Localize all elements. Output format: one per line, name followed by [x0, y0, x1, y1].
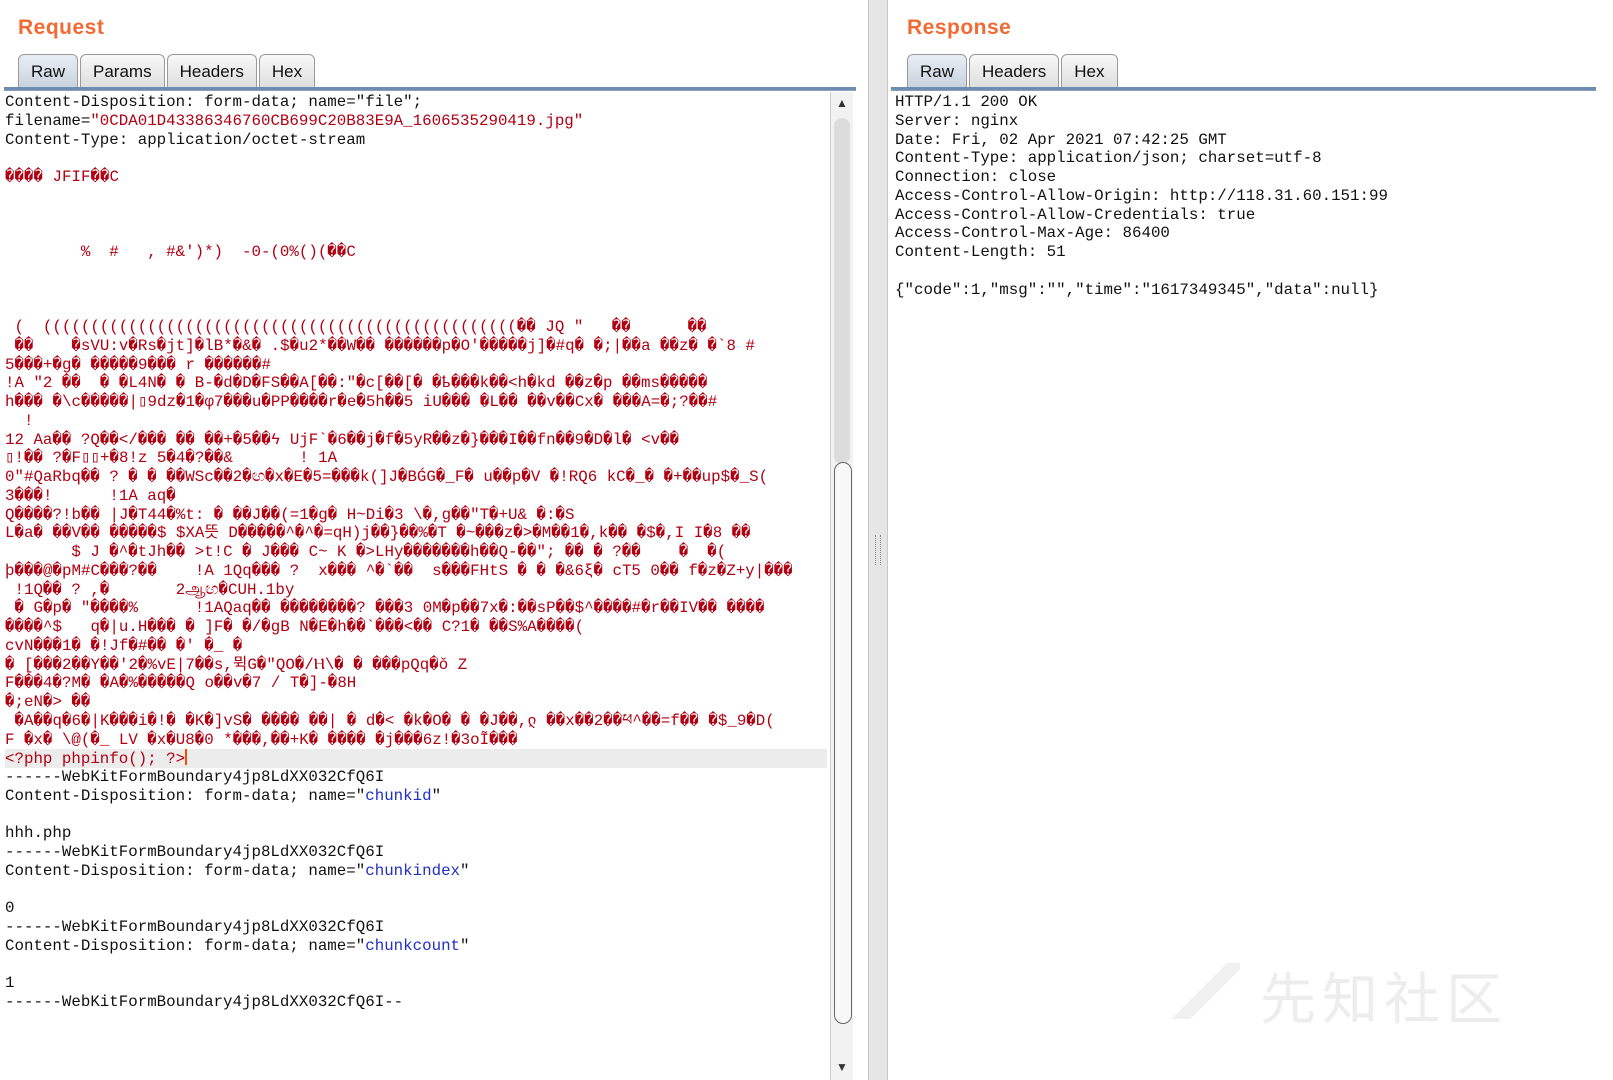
- response-raw-viewer[interactable]: HTTP/1.1 200 OK Server: nginx Date: Fri, 0…: [895, 93, 1595, 1073]
- request-line: L�a� ��V�� �����$ $XA뜻 D�����^�^�=qH)j��…: [5, 524, 751, 543]
- request-line: hhh.php: [5, 824, 72, 843]
- request-tab-headers[interactable]: Headers: [166, 54, 257, 88]
- response-tab-raw[interactable]: Raw: [907, 54, 968, 88]
- request-scroll-thumb[interactable]: [834, 462, 852, 1024]
- response-tab-headers[interactable]: Headers: [969, 54, 1060, 88]
- request-line: 5���+�g� �����9��� r ������#: [5, 355, 272, 374]
- text-caret: [185, 749, 188, 766]
- response-line: [895, 262, 1595, 281]
- request-line: [5, 299, 827, 318]
- request-line: ▯!�� ?�F▯▯+�8!z 5�4�?��& ! 1A: [5, 449, 338, 468]
- request-line: � G�p� "����% !1AQaq�� ��������? ���3 0M…: [5, 599, 765, 618]
- request-line: !A "2 �� � �L4N� � B-�d�D�FS��A[��:"�c[�…: [5, 374, 708, 393]
- request-line: F���4�?M� �A�%�����Q o��v�7 / T�]-�8H: [5, 674, 357, 693]
- request-line: 3���! !1A aq�: [5, 486, 176, 505]
- request-line: � [���2��Y��'2�%vE|7��s,뮉G�"QO�/Ⲏ\� � ��…: [5, 655, 468, 674]
- watermark-text: 先知社区: [1260, 968, 1508, 1033]
- request-line: ------WebKitFormBoundary4jp8LdXX032CfQ6I: [5, 843, 385, 861]
- request-line: Content-Disposition: form-data; name="ch…: [5, 786, 442, 805]
- request-line: [5, 881, 827, 900]
- request-line: Content-Disposition: form-data; name="ch…: [5, 936, 470, 955]
- request-line: <?php phpinfo(); ?>: [5, 749, 827, 768]
- request-scroll-track: [834, 118, 850, 464]
- request-line: Content-Type: application/octet-stream: [5, 130, 366, 149]
- request-line: F �x� \@(�_ LV �x�U8�0 *���,��+K� ���� �…: [5, 730, 518, 749]
- response-tab-rule: [891, 87, 1596, 91]
- request-line: [5, 262, 827, 281]
- pane-splitter[interactable]: [868, 0, 888, 1080]
- response-line: Content-Type: application/json; charset=…: [895, 149, 1322, 168]
- request-line: �;eN�> ��: [5, 693, 91, 711]
- request-tab-hex[interactable]: Hex: [258, 54, 316, 88]
- request-line: ( ((((((((((((((((((((((((((((((((((((((…: [5, 318, 707, 336]
- scroll-up-arrow-icon[interactable]: ▲: [836, 96, 848, 110]
- request-line: [5, 281, 827, 300]
- request-line: һ��� �\c�����|▯9dz�1�φ7���u�PP����r�e�5һ…: [5, 393, 718, 411]
- response-line: HTTP/1.1 200 OK: [895, 93, 1038, 111]
- response-line: Access-Control-Allow-Origin: http://118.…: [895, 186, 1388, 205]
- response-pane: Response Raw Headers Hex HTTP/1.1 200 OK…: [888, 0, 1613, 1080]
- response-title: Response: [907, 16, 1012, 39]
- splitter-grip-icon[interactable]: [875, 535, 881, 565]
- response-line: Server: nginx: [895, 111, 1019, 130]
- response-line: Access-Control-Max-Age: 86400: [895, 224, 1170, 243]
- request-line: [5, 206, 827, 225]
- request-line: Content-Disposition: form-data; name="ch…: [5, 861, 470, 880]
- request-line: !1Q�� ? ,� 2ஆඟ�CUH.1by: [5, 580, 295, 599]
- request-line: 1: [5, 974, 15, 993]
- request-title: Request: [18, 16, 105, 39]
- response-tab-hex[interactable]: Hex: [1061, 54, 1118, 88]
- request-line: [5, 187, 827, 206]
- request-tab-params[interactable]: Params: [80, 54, 165, 88]
- request-line: % # , #&')*) -0-(0%()(��C: [5, 243, 356, 261]
- response-line: Connection: close: [895, 168, 1057, 186]
- request-line: filename="0CDA01D43386346760CB699C20B83E…: [5, 111, 584, 130]
- request-line: $ J �^�tJh�� >t!C � J��� C~ K �>LHy�����…: [5, 543, 727, 561]
- request-line: [5, 149, 827, 168]
- response-line: Content-Length: 51: [895, 243, 1066, 261]
- scroll-down-arrow-icon[interactable]: ▼: [836, 1060, 848, 1074]
- request-raw-editor[interactable]: Content-Disposition: form-data; name="fi…: [5, 93, 827, 1073]
- request-pane: Request Raw Params Headers Hex Content-D…: [0, 0, 868, 1080]
- request-line: �A��q�6�|K���i�!� �K�]vS� ���� ��| � d�<…: [5, 711, 775, 730]
- request-line: �� �sVU:v�Rs�jt]�lB*�&� .$�u2*��W�� ����…: [5, 336, 755, 355]
- request-line: !: [5, 411, 34, 430]
- response-line: Access-Control-Allow-Credentials: true: [895, 205, 1256, 224]
- request-line: 12 Aa�� ?Q��</��� �� ��+�5��ϟ UjF`�6��j�…: [5, 430, 680, 449]
- request-line: 0"#QaRbq�� ? � � ��WSc��2�ඟ�x�E�5=���k(]…: [5, 468, 769, 486]
- request-line: [5, 956, 827, 975]
- watermark: 先知社区: [1170, 955, 1570, 1033]
- request-line: Q����?!b�� |J�T44�%t: � ��J��(=1�g� H~Di…: [5, 505, 575, 524]
- request-line: cvN���1� �!Jf�#�� �' �_ �: [5, 636, 243, 655]
- request-line: ------WebKitFormBoundary4jp8LdXX032CfQ6I: [5, 768, 385, 786]
- request-line: ------WebKitFormBoundary4jp8LdXX032CfQ6I…: [5, 993, 404, 1011]
- request-line: ����^$ q�|u.H��� � ]F� �/�gB N�E�h��`���…: [5, 618, 585, 636]
- request-line: [5, 224, 827, 243]
- response-line: {"code":1,"msg":"","time":"1617349345","…: [895, 280, 1379, 299]
- request-line: [5, 806, 827, 825]
- request-tabs: Raw Params Headers Hex: [18, 54, 317, 88]
- request-line: ------WebKitFormBoundary4jp8LdXX032CfQ6I: [5, 918, 385, 936]
- response-line: Date: Fri, 02 Apr 2021 07:42:25 GMT: [895, 130, 1227, 149]
- request-line: 0: [5, 899, 15, 918]
- request-line: Content-Disposition: form-data; name="fi…: [5, 93, 423, 111]
- watermark-logo-icon: [1170, 963, 1240, 1019]
- request-scrollbar[interactable]: ▲ ▼: [830, 92, 853, 1080]
- response-tabs: Raw Headers Hex: [907, 54, 1120, 88]
- request-tab-rule: [4, 87, 856, 91]
- request-line: ���� JFIF��C: [5, 168, 119, 186]
- request-line: þ���@�pM#C���?�� !A 1Qq��� ? x��� ^�`�� …: [5, 561, 793, 580]
- request-tab-raw[interactable]: Raw: [18, 54, 79, 88]
